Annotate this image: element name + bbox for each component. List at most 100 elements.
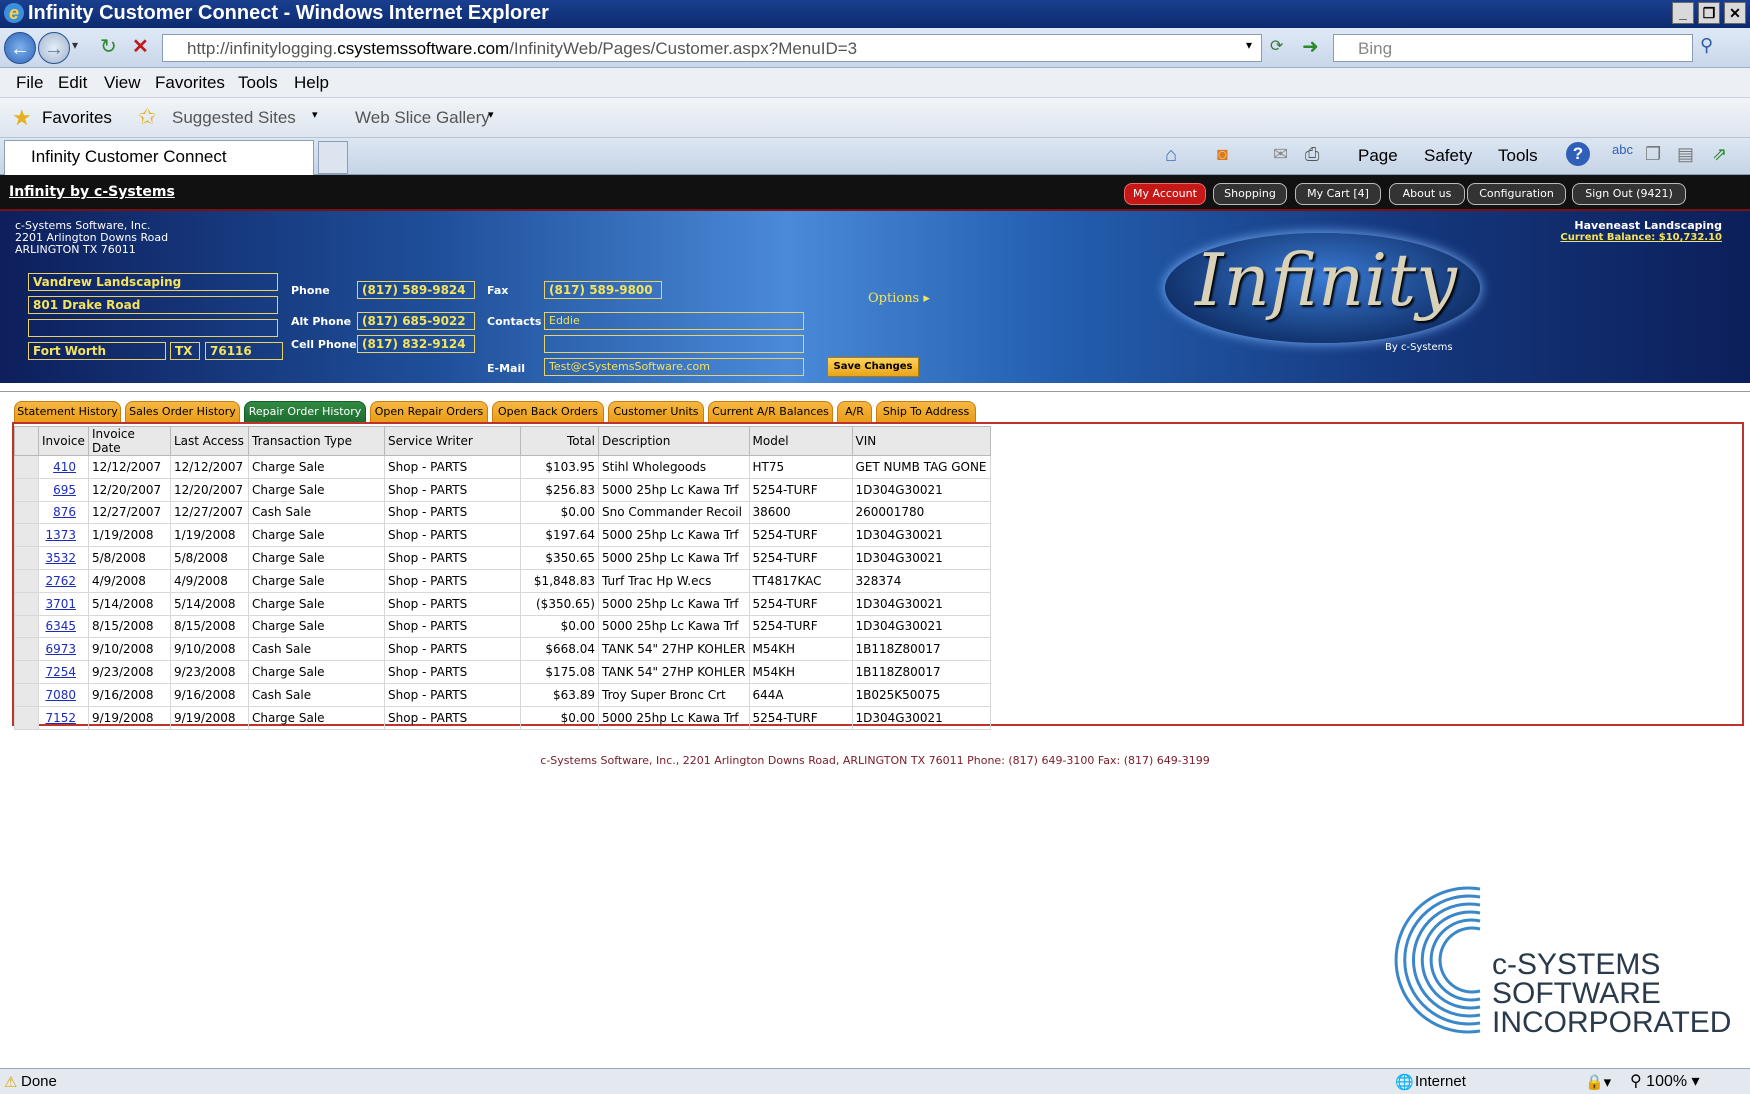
tab-open-repair-orders[interactable]: Open Repair Orders <box>370 401 488 423</box>
row-selector[interactable] <box>14 523 39 548</box>
street-field[interactable]: 801 Drake Road <box>28 296 278 314</box>
new-tab-button[interactable] <box>318 141 348 174</box>
table-row[interactable]: 1373 1/19/2008 1/19/2008 Charge Sale Shop - … <box>14 523 991 548</box>
tab-open-back-orders[interactable]: Open Back Orders <box>492 401 604 423</box>
invoice-cell[interactable]: 876 <box>38 500 89 525</box>
column-header[interactable]: Transaction Type <box>248 426 385 456</box>
safety-menu[interactable]: Safety <box>1424 146 1472 166</box>
invoice-cell[interactable]: 6973 <box>38 637 89 662</box>
close-window-button[interactable]: ✕ <box>1724 2 1746 24</box>
column-header[interactable]: Last Access <box>170 426 249 456</box>
my-account-button[interactable]: My Account <box>1124 183 1206 205</box>
address-bar[interactable]: http://infinitylogging.csystemssoftware.… <box>162 34 1262 62</box>
cell-phone-field[interactable]: (817) 832-9124 <box>357 335 475 353</box>
invoice-link[interactable]: 1373 <box>45 528 76 542</box>
tab-sales-order-history[interactable]: Sales Order History <box>125 401 240 423</box>
tab-customer-units[interactable]: Customer Units <box>608 401 704 423</box>
invoice-link[interactable]: 7152 <box>45 711 76 725</box>
customer-name-field[interactable]: Vandrew Landscaping <box>28 273 278 291</box>
table-row[interactable]: 3701 5/14/2008 5/14/2008 Charge Sale Shop - … <box>14 591 991 616</box>
save-changes-button[interactable]: Save Changes <box>827 357 919 377</box>
row-selector[interactable] <box>14 455 39 479</box>
my-cart-button[interactable]: My Cart [4] <box>1295 183 1381 205</box>
table-row[interactable]: 6973 9/10/2008 9/10/2008 Cash Sale Shop - PA… <box>14 637 991 662</box>
table-row[interactable]: 876 12/27/2007 12/27/2007 Cash Sale Shop - P… <box>14 500 991 525</box>
state-field[interactable]: TX <box>170 342 200 360</box>
city-field[interactable]: Fort Worth <box>28 342 166 360</box>
invoice-cell[interactable]: 1373 <box>38 523 89 548</box>
invoice-cell[interactable]: 3701 <box>38 591 89 616</box>
row-selector[interactable] <box>14 660 39 684</box>
row-selector[interactable] <box>14 568 39 593</box>
invoice-link[interactable]: 2762 <box>45 574 76 588</box>
phone-field[interactable]: (817) 589-9824 <box>357 281 475 299</box>
invoice-link[interactable]: 6973 <box>45 642 76 656</box>
invoice-link[interactable]: 410 <box>53 460 76 474</box>
tools-menu[interactable]: Tools <box>1498 146 1538 166</box>
column-header[interactable]: Service Writer <box>384 426 521 456</box>
tab-ship-to-address[interactable]: Ship To Address <box>876 401 976 423</box>
configuration-button[interactable]: Configuration <box>1467 183 1566 205</box>
table-row[interactable]: 3532 5/8/2008 5/8/2008 Charge Sale Shop - PA… <box>14 546 991 570</box>
web-slice-gallery-link[interactable]: Web Slice Gallery <box>355 108 490 128</box>
zoom-level[interactable]: ⚲ 100% ▾ <box>1630 1071 1700 1091</box>
invoice-cell[interactable]: 6345 <box>38 614 89 639</box>
menu-favorites[interactable]: Favorites <box>155 73 225 93</box>
row-selector[interactable] <box>14 591 39 616</box>
row-selector[interactable] <box>14 637 39 662</box>
email-field[interactable]: Test@cSystemsSoftware.com <box>544 358 804 376</box>
protected-mode-icon[interactable]: 🔒▾ <box>1585 1073 1611 1091</box>
table-row[interactable]: 6345 8/15/2008 8/15/2008 Charge Sale Shop - … <box>14 614 991 639</box>
home-icon[interactable]: ⌂ <box>1165 144 1177 167</box>
browser-tab[interactable]: Infinity Customer Connect <box>4 140 314 175</box>
print-icon[interactable]: ⎙ <box>1305 144 1319 165</box>
row-selector[interactable] <box>14 614 39 639</box>
invoice-link[interactable]: 7254 <box>45 665 76 679</box>
add-favorites-icon[interactable]: ✩ <box>138 104 156 130</box>
invoice-cell[interactable]: 7080 <box>38 682 89 707</box>
column-header[interactable]: Total <box>520 426 599 456</box>
suggested-sites-link[interactable]: Suggested Sites <box>172 108 296 128</box>
favorites-button[interactable]: Favorites <box>42 108 112 128</box>
invoice-link[interactable]: 7080 <box>45 688 76 702</box>
search-icon[interactable]: ⚲ <box>1700 35 1713 56</box>
table-row[interactable]: 410 12/12/2007 12/12/2007 Charge Sale Shop -… <box>14 455 991 479</box>
maximize-button[interactable]: ❐ <box>1698 2 1720 24</box>
contacts2-field[interactable] <box>544 335 804 353</box>
invoice-link[interactable]: 695 <box>53 483 76 497</box>
minimize-button[interactable]: _ <box>1672 2 1694 24</box>
invoice-link[interactable]: 3701 <box>45 597 76 611</box>
recent-pages-dropdown[interactable]: ▾ <box>72 38 78 52</box>
current-balance-link[interactable]: Current Balance: $10,732.10 <box>1560 232 1722 243</box>
table-row[interactable]: 2762 4/9/2008 4/9/2008 Charge Sale Shop - PA… <box>14 568 991 593</box>
row-selector[interactable] <box>14 546 39 570</box>
spellcheck-icon[interactable]: abc <box>1612 142 1633 157</box>
stop-icon[interactable]: ✕ <box>132 34 149 59</box>
contacts-field[interactable]: Eddie <box>544 312 804 330</box>
street2-field[interactable] <box>28 319 278 337</box>
search-input[interactable]: Bing <box>1333 34 1693 62</box>
row-selector[interactable] <box>14 500 39 525</box>
mail-icon[interactable]: ✉ <box>1273 144 1288 165</box>
row-selector[interactable] <box>14 705 39 730</box>
zip-field[interactable]: 76116 <box>205 342 283 360</box>
menu-edit[interactable]: Edit <box>58 73 87 93</box>
menu-file[interactable]: File <box>16 73 43 93</box>
compatibility-icon[interactable]: ⟳ <box>1270 36 1283 56</box>
rss-icon[interactable]: ◙ <box>1217 144 1228 165</box>
tab-statement-history[interactable]: Statement History <box>14 401 121 423</box>
chevron-down-icon[interactable]: ▾ <box>312 108 318 121</box>
row-selector[interactable] <box>14 682 39 707</box>
brand-link[interactable]: Infinity by c-Systems <box>9 184 175 200</box>
menu-view[interactable]: View <box>104 73 141 93</box>
chevron-down-icon[interactable]: ▾ <box>488 108 494 121</box>
page-menu[interactable]: Page <box>1358 146 1398 166</box>
invoice-cell[interactable]: 7152 <box>38 705 89 730</box>
fax-field[interactable]: (817) 589-9800 <box>544 281 662 299</box>
table-row[interactable]: 7152 9/19/2008 9/19/2008 Charge Sale Shop - … <box>14 705 991 730</box>
invoice-link[interactable]: 3532 <box>45 551 76 565</box>
refresh-icon[interactable]: ↻ <box>100 34 117 59</box>
forward-icon[interactable]: → <box>38 32 70 64</box>
column-header[interactable]: Description <box>598 426 750 456</box>
back-icon[interactable]: ← <box>4 32 36 64</box>
